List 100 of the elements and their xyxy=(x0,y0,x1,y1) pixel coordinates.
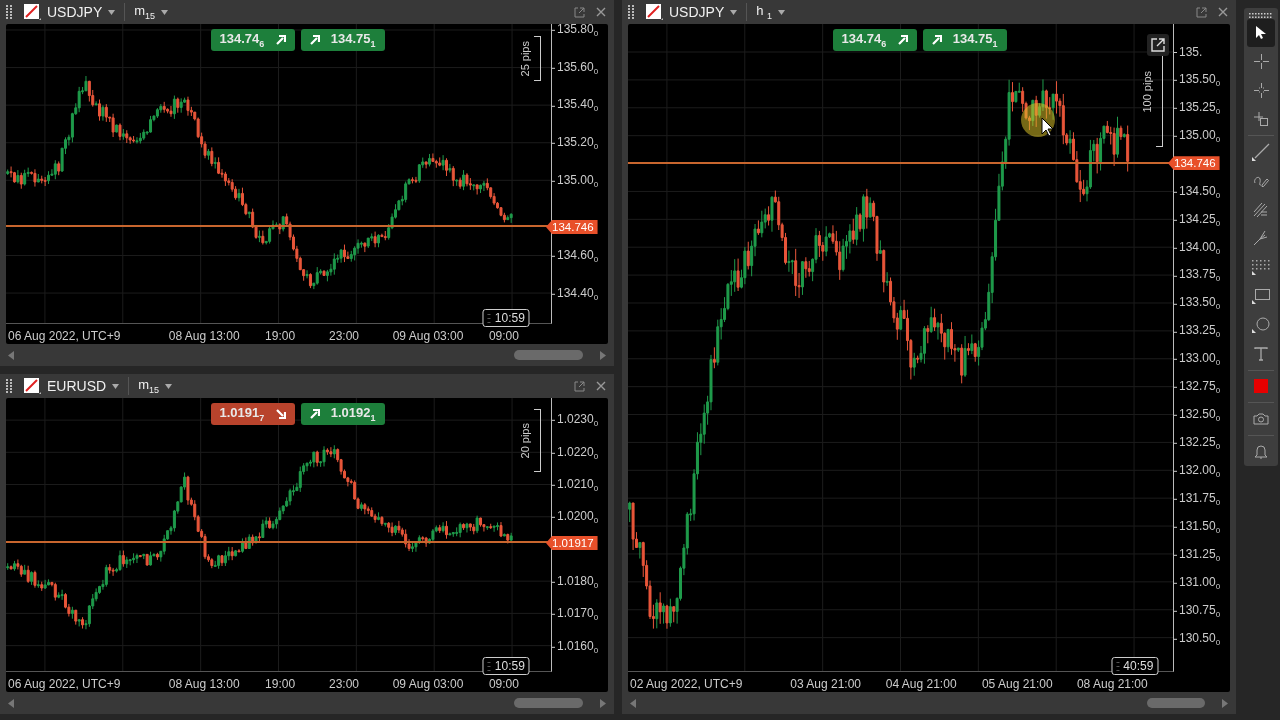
pips-ruler-bracket xyxy=(534,35,541,81)
scrollbar-thumb[interactable] xyxy=(1147,698,1205,708)
time-axis-label: 23:00 xyxy=(328,677,359,691)
price-axis-label: 135.40$_{0}$ xyxy=(552,97,599,114)
arrow-icon xyxy=(309,35,320,45)
caret-icon xyxy=(112,383,120,389)
right-triangle-icon xyxy=(600,350,606,360)
price-axis-label: 135.50$_{0}$ xyxy=(1174,71,1221,89)
caret-icon xyxy=(778,9,786,15)
close-icon xyxy=(1218,7,1228,17)
price-axis-label: 135. xyxy=(1174,45,1203,60)
pips-ruler-label: 20 pips xyxy=(519,422,531,459)
close-icon xyxy=(596,381,606,391)
scroll-left-button[interactable] xyxy=(6,696,16,710)
time-axis-label: 19:00 xyxy=(265,329,296,343)
price-axis-label: 130.50$_{0}$ xyxy=(1174,630,1221,647)
price-axis-label: 131.25$_{0}$ xyxy=(1174,546,1221,563)
scroll-right-button[interactable] xyxy=(598,348,608,362)
sell-price-button[interactable]: 134.74$_{6}$ xyxy=(832,29,917,51)
time-axis-label: 03 Aug 21:00 xyxy=(790,677,861,691)
hatched-lines-icon xyxy=(1253,201,1269,218)
price-axis-label: 131.00$_{0}$ xyxy=(1174,574,1221,591)
sell-price-button[interactable]: 134.74$_{6}$ xyxy=(210,29,295,51)
candle-timer: 10:59 xyxy=(482,657,530,675)
price-axis-label: 1.0160$_{0}$ xyxy=(552,638,599,655)
price-axis-label: 1.0230$_{0}$ xyxy=(552,412,599,429)
timeframe-selector[interactable]: h $_{1}$ xyxy=(753,1,789,23)
price-axis-label: 134.50$_{0}$ xyxy=(1174,183,1221,200)
price-axis-label: 135.00$_{0}$ xyxy=(552,172,599,189)
price-axis-label: 135.80$_{0}$ xyxy=(552,21,599,39)
camera-icon xyxy=(1253,413,1269,426)
arrow-icon xyxy=(931,35,942,45)
candle-timer: 40:59 xyxy=(1111,657,1159,675)
scrollbar-thumb[interactable] xyxy=(513,698,583,708)
price-axis-label: 135.25$_{0}$ xyxy=(1174,99,1221,117)
crosshair-square-icon xyxy=(1253,111,1269,127)
current-price-tag: 1.01917 xyxy=(546,535,598,550)
price-axis-label: 130.75$_{0}$ xyxy=(1174,602,1221,619)
drag-handle-icon[interactable] xyxy=(6,379,12,393)
drag-handle-icon[interactable] xyxy=(1249,13,1273,18)
left-triangle-icon xyxy=(8,698,14,708)
time-axis-label: 09:00 xyxy=(488,329,519,343)
arrow-icon xyxy=(275,409,286,419)
caret-icon xyxy=(165,383,172,389)
pips-ruler-label: 100 pips xyxy=(1141,71,1153,113)
time-axis-label: 08 Aug 21:00 xyxy=(1076,677,1148,691)
price-axis-label: 1.0210$_{0}$ xyxy=(552,476,599,494)
crosshair-dots-icon xyxy=(1253,82,1269,98)
scroll-left-button[interactable] xyxy=(6,348,16,362)
time-axis-label: 09 Aug 03:00 xyxy=(392,677,464,691)
tool-button[interactable] xyxy=(1247,18,1275,47)
current-price-tag: 134.746 xyxy=(546,220,598,235)
caret-icon xyxy=(730,9,738,15)
symbol-selector[interactable]: USDJPY xyxy=(642,1,741,23)
fullscreen-button[interactable] xyxy=(1147,34,1169,56)
candle-timer: 10:59 xyxy=(482,309,530,327)
pips-ruler-label: 25 pips xyxy=(519,40,531,77)
symbol-selector[interactable]: USDJPY xyxy=(20,1,119,23)
time-axis-label: 09:00 xyxy=(488,677,519,691)
popout-icon xyxy=(573,380,585,392)
price-axis-label: 131.75$_{0}$ xyxy=(1174,490,1221,508)
time-axis-label: 08 Aug 13:00 xyxy=(168,329,240,343)
timeframe-selector[interactable]: m$_{15}$ xyxy=(135,375,175,397)
price-axis-label: 1.0180$_{0}$ xyxy=(552,573,599,591)
price-axis-label: 132.50$_{0}$ xyxy=(1174,406,1221,424)
cursor-arrow-icon xyxy=(1255,25,1267,41)
arrow-icon xyxy=(309,409,320,419)
left-triangle-icon xyxy=(8,350,14,360)
scroll-right-button[interactable] xyxy=(1220,696,1230,710)
scrollbar-thumb[interactable] xyxy=(513,350,583,360)
sell-price-button[interactable]: 1.0191$_{7}$ xyxy=(210,403,295,425)
timeframe-selector[interactable]: m$_{15}$ xyxy=(131,1,172,23)
price-axis-label: 133.00$_{0}$ xyxy=(1174,351,1221,368)
price-axis-label: 131.50$_{0}$ xyxy=(1174,518,1221,536)
dotted-grid-icon xyxy=(1252,259,1270,276)
left-triangle-icon xyxy=(630,698,636,708)
popout-icon xyxy=(1195,6,1207,18)
buy-price-button[interactable]: 1.0192$_{1}$ xyxy=(300,403,385,425)
price-axis-label: 133.75$_{0}$ xyxy=(1174,267,1221,284)
text-icon xyxy=(1254,346,1268,361)
drag-handle-icon[interactable] xyxy=(628,5,634,19)
symbol-icon xyxy=(23,377,41,395)
buy-price-button[interactable]: 134.75$_{1}$ xyxy=(300,29,385,51)
right-triangle-icon xyxy=(600,698,606,708)
price-axis-label: 135.60$_{0}$ xyxy=(552,59,599,76)
drag-handle-icon[interactable] xyxy=(6,5,12,19)
popout-icon xyxy=(1151,38,1165,52)
caret-icon xyxy=(161,9,169,15)
price-axis-label: 132.25$_{0}$ xyxy=(1174,434,1221,452)
caret-icon xyxy=(108,9,116,15)
price-axis-label: 1.0220$_{0}$ xyxy=(552,444,599,461)
arrow-icon xyxy=(275,35,286,45)
right-triangle-icon xyxy=(1222,698,1228,708)
time-axis-label: 19:00 xyxy=(265,677,296,691)
price-axis-label: 134.00$_{0}$ xyxy=(1174,239,1221,256)
buy-price-button[interactable]: 134.75$_{1}$ xyxy=(922,29,1007,51)
scroll-right-button[interactable] xyxy=(598,696,608,710)
scroll-left-button[interactable] xyxy=(628,696,638,710)
symbol-selector[interactable]: EURUSD xyxy=(20,375,123,397)
time-axis-label: 06 Aug 2022, UTC+9 xyxy=(8,329,121,343)
